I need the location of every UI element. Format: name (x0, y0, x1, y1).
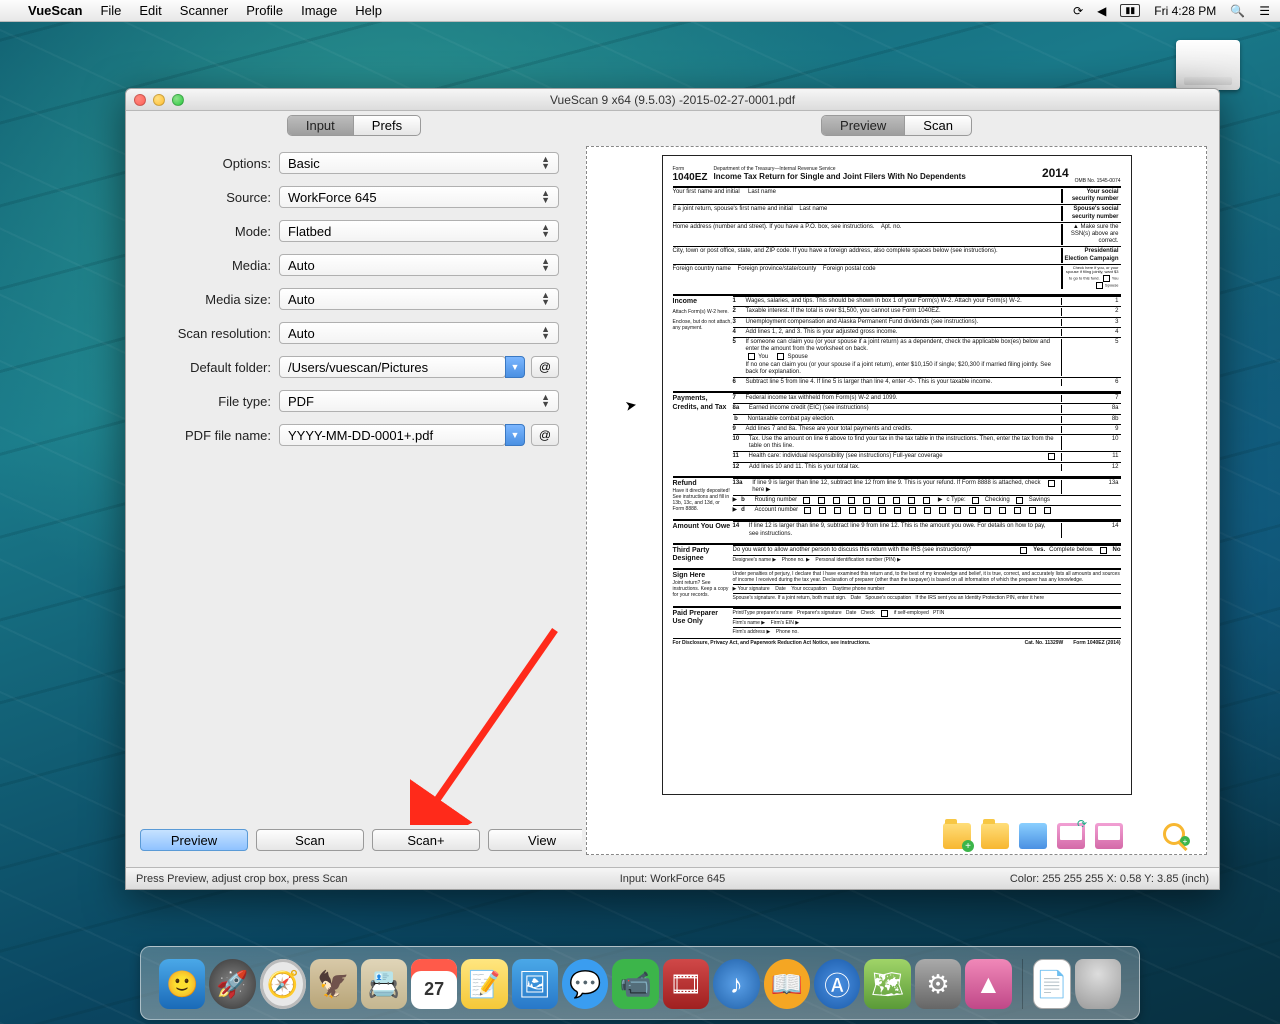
dock-itunes[interactable]: ♪ (713, 959, 759, 1009)
dock-vuescan[interactable]: ▲ (965, 959, 1011, 1009)
chevron-updown-icon: ▲▼ (541, 326, 550, 340)
dock-calendar[interactable]: 27 (411, 959, 457, 1009)
dock-notes[interactable]: 📝 (461, 959, 507, 1009)
file-type-select[interactable]: PDF▲▼ (279, 390, 559, 412)
dock-trash[interactable] (1075, 959, 1121, 1009)
default-folder-at-button[interactable]: @ (531, 356, 559, 378)
battery-icon[interactable]: ▮▮ (1120, 4, 1140, 17)
source-select[interactable]: WorkForce 645▲▼ (279, 186, 559, 208)
mode-label: Mode: (149, 224, 279, 239)
menu-profile[interactable]: Profile (246, 3, 283, 18)
settings-form: Options: Basic▲▼ Source: WorkForce 645▲▼… (134, 146, 574, 452)
chevron-updown-icon: ▲▼ (541, 292, 550, 306)
media-label: Media: (149, 258, 279, 273)
chevron-updown-icon: ▲▼ (541, 394, 550, 408)
default-folder-dropdown[interactable]: ▼ (505, 356, 525, 378)
image-rotate-icon[interactable] (1057, 823, 1085, 849)
pdf-file-name-input[interactable] (279, 424, 506, 446)
media-size-select[interactable]: Auto▲▼ (279, 288, 559, 310)
dock-finder[interactable]: 🙂 (159, 959, 205, 1009)
pdf-file-name-label: PDF file name: (149, 428, 279, 443)
status-left: Press Preview, adjust crop box, press Sc… (136, 873, 348, 885)
preview-button[interactable]: Preview (140, 829, 248, 851)
menu-bar: VueScan File Edit Scanner Profile Image … (0, 0, 1280, 22)
pdf-file-name-at-button[interactable]: @ (531, 424, 559, 446)
vuescan-window: VueScan 9 x64 (9.5.03) -2015-02-27-0001.… (125, 88, 1220, 890)
dock-messages[interactable]: 💬 (562, 959, 608, 1009)
sync-icon[interactable]: ⟳ (1073, 4, 1083, 18)
dock: 🙂 🚀 🧭 🦅 📇 27 📝 🖼 💬 📹 🎞 ♪ 📖 Ⓐ 🗺 ⚙ ▲ 📄 (140, 946, 1140, 1020)
default-folder-label: Default folder: (149, 360, 279, 375)
zoom-button[interactable] (172, 94, 184, 106)
menu-edit[interactable]: Edit (139, 3, 161, 18)
volume-icon[interactable]: ◀ (1097, 4, 1106, 18)
preview-pane: Preview Scan ➤ Form 1040EZ Department of… (582, 111, 1211, 859)
tab-scan[interactable]: Scan (904, 116, 971, 135)
settings-tabs: Input Prefs (287, 115, 421, 136)
scan-resolution-label: Scan resolution: (149, 326, 279, 341)
cursor-icon: ➤ (624, 396, 639, 415)
media-select[interactable]: Auto▲▼ (279, 254, 559, 276)
scan-plus-button[interactable]: Scan+ (372, 829, 480, 851)
chevron-updown-icon: ▲▼ (541, 190, 550, 204)
settings-pane: Input Prefs Options: Basic▲▼ Source: Wor… (134, 111, 574, 859)
dock-sysprefs[interactable]: ⚙ (915, 959, 961, 1009)
dock-mail[interactable]: 🦅 (310, 959, 356, 1009)
menu-clock[interactable]: Fri 4:28 PM (1154, 4, 1216, 18)
menu-help[interactable]: Help (355, 3, 382, 18)
printer-icon[interactable] (1019, 823, 1047, 849)
dock-safari[interactable]: 🧭 (260, 959, 306, 1009)
default-folder-input[interactable] (279, 356, 506, 378)
output-toolbar: + + (943, 823, 1191, 849)
pdf-file-name-dropdown[interactable]: ▼ (505, 424, 525, 446)
dock-appstore[interactable]: Ⓐ (814, 959, 860, 1009)
scan-button[interactable]: Scan (256, 829, 364, 851)
dock-document[interactable]: 📄 (1033, 959, 1070, 1009)
folder-new-icon[interactable]: + (943, 823, 971, 849)
desktop-disk-icon[interactable] (1176, 40, 1240, 90)
options-label: Options: (149, 156, 279, 171)
notification-center-icon[interactable]: ☰ (1259, 4, 1270, 18)
dock-photobooth[interactable]: 🎞 (663, 959, 709, 1009)
chevron-updown-icon: ▲▼ (541, 224, 550, 238)
view-button[interactable]: View (488, 829, 596, 851)
window-titlebar[interactable]: VueScan 9 x64 (9.5.03) -2015-02-27-0001.… (126, 89, 1219, 111)
mode-select[interactable]: Flatbed▲▼ (279, 220, 559, 242)
menu-image[interactable]: Image (301, 3, 337, 18)
dock-separator (1022, 959, 1024, 1009)
menu-scanner[interactable]: Scanner (180, 3, 228, 18)
source-label: Source: (149, 190, 279, 205)
dock-facetime[interactable]: 📹 (612, 959, 658, 1009)
chevron-updown-icon: ▲▼ (541, 156, 550, 170)
file-type-label: File type: (149, 394, 279, 409)
dock-contacts[interactable]: 📇 (361, 959, 407, 1009)
chevron-updown-icon: ▲▼ (541, 258, 550, 272)
minimize-button[interactable] (153, 94, 165, 106)
window-title: VueScan 9 x64 (9.5.03) -2015-02-27-0001.… (126, 93, 1219, 107)
preview-tabs: Preview Scan (821, 115, 972, 136)
spotlight-icon[interactable]: 🔍 (1230, 4, 1245, 18)
status-right: Color: 255 255 255 X: 0.58 Y: 3.85 (inch… (1010, 873, 1209, 885)
folder-open-icon[interactable] (981, 823, 1009, 849)
dock-preview[interactable]: 🖼 (512, 959, 558, 1009)
media-size-label: Media size: (149, 292, 279, 307)
close-button[interactable] (134, 94, 146, 106)
scan-resolution-select[interactable]: Auto▲▼ (279, 322, 559, 344)
dock-ibooks[interactable]: 📖 (764, 959, 810, 1009)
dock-maps[interactable]: 🗺 (864, 959, 910, 1009)
app-menu[interactable]: VueScan (28, 3, 82, 18)
tab-preview[interactable]: Preview (822, 116, 904, 135)
tab-input[interactable]: Input (288, 116, 353, 135)
action-buttons: Preview Scan Scan+ View (140, 829, 596, 851)
scanned-document: Form 1040EZ Department of the Treasury—I… (662, 155, 1132, 795)
tab-prefs[interactable]: Prefs (353, 116, 420, 135)
status-bar: Press Preview, adjust crop box, press Sc… (126, 867, 1219, 889)
zoom-in-icon[interactable]: + (1163, 823, 1191, 849)
menu-file[interactable]: File (100, 3, 121, 18)
image-icon[interactable] (1095, 823, 1123, 849)
options-select[interactable]: Basic▲▼ (279, 152, 559, 174)
dock-launchpad[interactable]: 🚀 (209, 959, 255, 1009)
preview-area[interactable]: ➤ Form 1040EZ Department of the Treasury… (586, 146, 1207, 855)
